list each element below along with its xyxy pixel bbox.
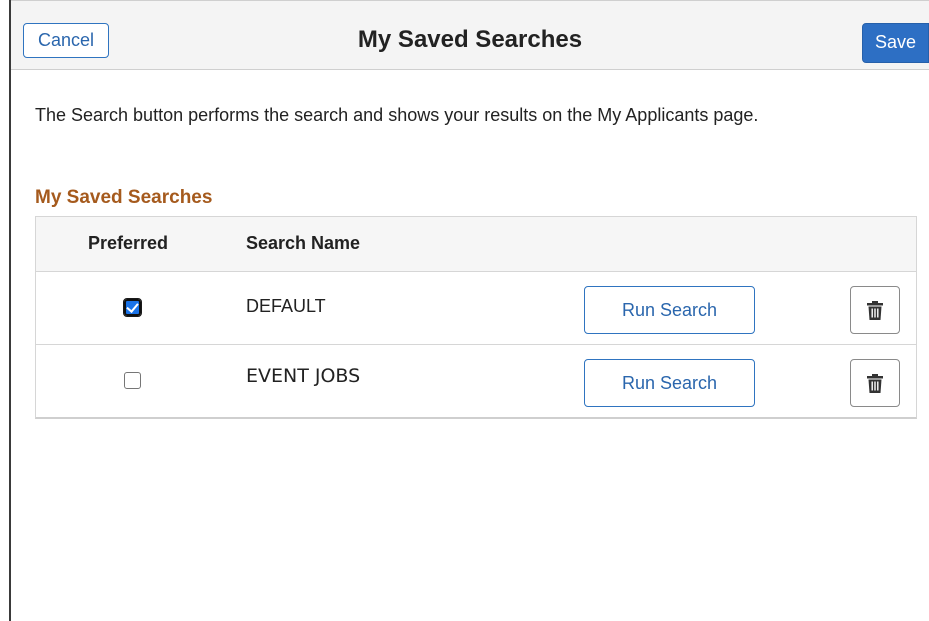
trash-icon: [867, 301, 883, 320]
table-row: DEFAULT Run Search: [36, 272, 916, 345]
dialog-header: Cancel My Saved Searches Save: [11, 0, 929, 70]
table-row: EVENT JOBS Run Search: [36, 345, 916, 417]
saved-searches-dialog: Cancel My Saved Searches Save The Search…: [11, 0, 929, 621]
run-search-button[interactable]: Run Search: [584, 286, 755, 334]
dialog-title: My Saved Searches: [357, 26, 583, 53]
trash-icon: [867, 374, 883, 393]
search-name: EVENT JOBS: [246, 365, 361, 387]
app-window: Cancel My Saved Searches Save The Search…: [0, 0, 929, 621]
search-name: DEFAULT: [246, 296, 326, 316]
saved-searches-grid: Preferred Search Name DEFAULT Run Search: [35, 216, 917, 419]
delete-button[interactable]: [850, 286, 900, 334]
checkmark-icon: [126, 300, 139, 313]
section-title: My Saved Searches: [35, 187, 213, 208]
instructions-text: The Search button performs the search an…: [35, 105, 759, 125]
run-search-button[interactable]: Run Search: [584, 359, 755, 407]
preferred-checkbox[interactable]: [124, 372, 141, 389]
grid-header: Preferred Search Name: [36, 217, 916, 272]
delete-button[interactable]: [850, 359, 900, 407]
preferred-checkbox[interactable]: [123, 298, 142, 317]
background-page-edge: [0, 0, 11, 621]
column-header-search-name: Search Name: [246, 233, 361, 253]
save-button[interactable]: Save: [862, 23, 929, 63]
column-header-preferred: Preferred: [88, 233, 169, 253]
